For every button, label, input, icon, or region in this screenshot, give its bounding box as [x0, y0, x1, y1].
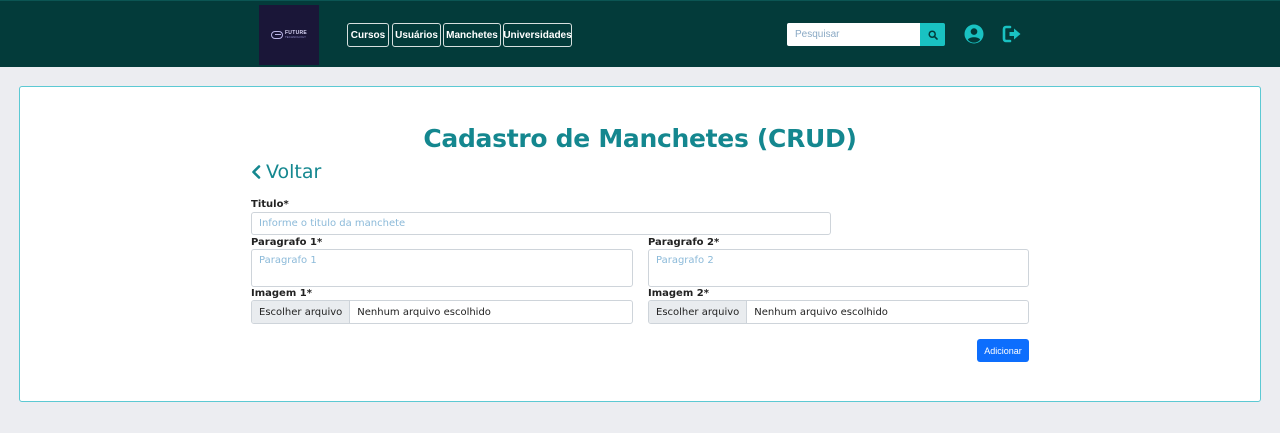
- nav-cursos-button[interactable]: Cursos: [347, 23, 389, 47]
- paragrafo1-label: Paragrafo 1*: [251, 237, 323, 248]
- logout-icon[interactable]: [1002, 24, 1022, 44]
- nav-universidades-button[interactable]: Universidades: [503, 23, 572, 47]
- logo-mark-icon: [270, 31, 283, 39]
- brand-tagline: TECHNOLOGY: [284, 35, 306, 39]
- search-button[interactable]: [920, 23, 945, 46]
- imagem1-label: Imagem 1*: [251, 288, 312, 299]
- titulo-label: Titulo*: [251, 199, 289, 210]
- imagem2-file-status: Nenhum arquivo escolhido: [754, 306, 888, 318]
- logo-mark-group: FUTURE TECHNOLOGY: [270, 31, 307, 39]
- back-link[interactable]: Voltar: [251, 161, 321, 183]
- imagem2-label: Imagem 2*: [648, 288, 709, 299]
- imagem2-file-input[interactable]: Escolher arquivo Nenhum arquivo escolhid…: [648, 300, 1029, 324]
- back-link-label: Voltar: [266, 161, 322, 183]
- user-circle-icon[interactable]: [964, 24, 984, 44]
- search-input[interactable]: [787, 23, 920, 46]
- nav-manchetes-button[interactable]: Manchetes: [443, 23, 501, 47]
- search-icon: [927, 29, 938, 40]
- chevron-left-icon: [252, 165, 261, 179]
- imagem2-choose-file-button[interactable]: Escolher arquivo: [649, 301, 748, 323]
- titulo-input[interactable]: [251, 212, 831, 235]
- paragrafo2-textarea[interactable]: [648, 249, 1029, 287]
- logo-wordmark: FUTURE TECHNOLOGY: [285, 31, 307, 39]
- paragrafo2-label: Paragrafo 2*: [648, 237, 720, 248]
- brand-logo[interactable]: FUTURE TECHNOLOGY: [259, 5, 319, 65]
- page-title: Cadastro de Manchetes (CRUD): [423, 124, 857, 153]
- imagem1-choose-file-button[interactable]: Escolher arquivo: [252, 301, 351, 323]
- imagem1-file-input[interactable]: Escolher arquivo Nenhum arquivo escolhid…: [251, 300, 633, 324]
- paragrafo1-textarea[interactable]: [251, 249, 633, 287]
- nav-usuarios-button[interactable]: Usuários: [392, 23, 441, 47]
- imagem1-file-status: Nenhum arquivo escolhido: [357, 306, 491, 318]
- adicionar-button[interactable]: Adicionar: [977, 339, 1029, 362]
- top-navbar: FUTURE TECHNOLOGY Cursos Usuários Manche…: [0, 0, 1280, 67]
